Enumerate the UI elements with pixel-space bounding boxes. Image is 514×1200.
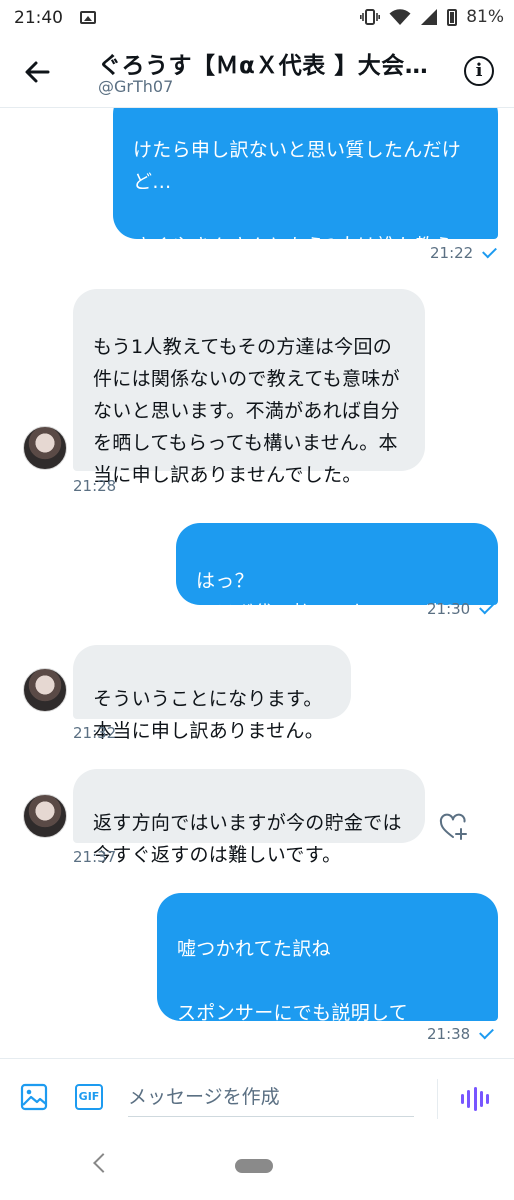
message-bubble-incoming[interactable]: 返す方向ではいますが今の貯金では今すぐ返すのは難しいです。 xyxy=(73,769,425,866)
message-meta: 21:32 xyxy=(73,724,116,742)
message-bubble-outgoing[interactable]: 嘘つかれてた訳ね スポンサーにでも説明して コラボ代だけでもすぐに返して！ xyxy=(157,893,498,1056)
message-text: 返す方向ではいますが今の貯金では今すぐ返すのは難しいです。 xyxy=(93,812,402,866)
read-check-icon xyxy=(482,243,498,259)
message-input[interactable] xyxy=(128,1077,414,1117)
message-text: はっ？ コラボ代で払ってないって事？ xyxy=(196,570,465,624)
add-reaction-heart-icon[interactable] xyxy=(439,812,469,842)
voice-message-icon[interactable] xyxy=(461,1087,489,1111)
status-bar: 21:40 81% xyxy=(0,0,514,36)
signal-icon xyxy=(421,9,438,25)
battery-icon xyxy=(447,8,458,26)
message-time: 21:37 xyxy=(73,848,117,866)
message-time: 21:38 xyxy=(427,1025,471,1043)
message-meta: 21:38 xyxy=(427,1024,495,1043)
conversation-handle: @GrTh07 xyxy=(98,77,174,96)
message-text: もう1人教えてもその方達は今回の件には関係ないので教えても意味がないと思います。… xyxy=(93,336,400,486)
battery-level: 81% xyxy=(466,7,504,27)
status-icons: 81% xyxy=(360,7,504,27)
status-time: 21:40 xyxy=(14,8,63,28)
message-text: けたら申し訳ないと思い質したんだけど… さくやきんさんともう1人は誰か教えて！ xyxy=(133,139,462,289)
message-text: そういうことになります。 本当に申し訳ありません。 xyxy=(93,688,325,742)
read-check-icon xyxy=(479,1024,495,1040)
back-arrow-icon[interactable] xyxy=(20,54,56,90)
composer-divider xyxy=(437,1079,438,1119)
message-bubble-incoming[interactable]: もう1人教えてもその方達は今回の件には関係ないので教えても意味がないと思います。… xyxy=(73,289,425,486)
image-attach-icon[interactable] xyxy=(20,1083,48,1111)
vibrate-icon xyxy=(360,9,381,25)
info-button[interactable]: i xyxy=(464,56,494,86)
avatar[interactable] xyxy=(23,794,67,838)
message-time: 21:30 xyxy=(427,600,471,618)
nav-back-icon[interactable] xyxy=(93,1153,113,1173)
message-time: 21:28 xyxy=(73,477,117,495)
message-bubble-outgoing[interactable]: けたら申し訳ないと思い質したんだけど… さくやきんさんともう1人は誰か教えて！ xyxy=(113,108,498,289)
message-bubble-incoming[interactable]: そういうことになります。 本当に申し訳ありません。 xyxy=(73,645,351,742)
avatar[interactable] xyxy=(23,668,67,712)
image-notification-icon xyxy=(80,11,96,24)
message-bubble-outgoing[interactable]: はっ？ コラボ代で払ってないって事？ xyxy=(176,523,498,624)
message-meta: 21:37 xyxy=(73,848,116,866)
message-meta: 21:28 xyxy=(73,477,116,495)
conversation-header: ぐろうす【ＭαＸ代表 】大会… @GrTh07 i xyxy=(0,36,514,108)
message-meta: 21:30 xyxy=(427,599,495,618)
read-check-icon xyxy=(479,599,495,615)
system-nav-bar xyxy=(0,1140,514,1200)
message-list[interactable]: けたら申し訳ないと思い質したんだけど… さくやきんさんともう1人は誰か教えて！ … xyxy=(0,108,514,1058)
nav-home-pill[interactable] xyxy=(235,1159,273,1173)
conversation-title[interactable]: ぐろうす【ＭαＸ代表 】大会… xyxy=(98,46,443,80)
message-meta: 21:22 xyxy=(430,243,498,262)
message-time: 21:32 xyxy=(73,724,117,742)
gif-button[interactable]: GIF xyxy=(75,1084,103,1110)
avatar[interactable] xyxy=(23,426,67,470)
message-time: 21:22 xyxy=(430,244,474,262)
message-text: 嘘つかれてた訳ね スポンサーにでも説明して コラボ代だけでもすぐに返して！ xyxy=(177,938,466,1056)
message-composer: GIF xyxy=(0,1058,514,1140)
wifi-icon xyxy=(389,9,411,25)
